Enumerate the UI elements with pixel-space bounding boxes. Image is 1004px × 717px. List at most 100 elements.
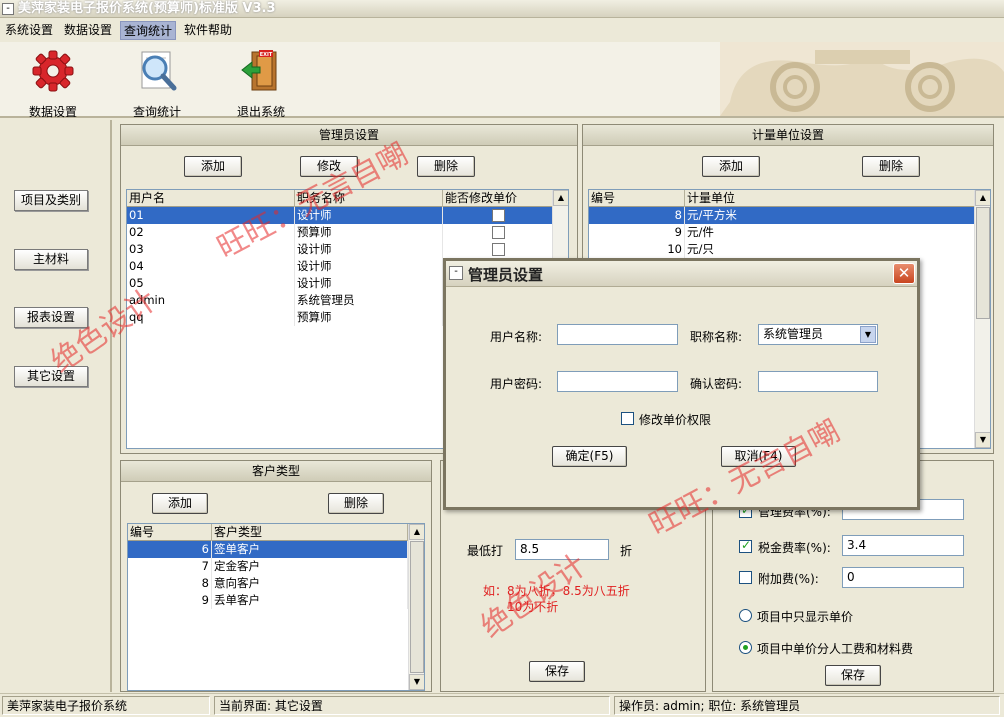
username-label: 用户名称:: [490, 330, 543, 344]
table-header: 编号 计量单位: [589, 190, 990, 207]
discount-label: 最低打: [467, 544, 504, 558]
column-header[interactable]: 编号: [128, 524, 212, 541]
split-price-radio[interactable]: [739, 641, 752, 654]
toolbar: 数据设置 查询统计 EXIT 退出系统: [0, 42, 1004, 119]
table-row[interactable]: 01 设计师: [127, 207, 568, 224]
table-header: 编号 客户类型: [128, 524, 424, 541]
column-header[interactable]: 用户名: [127, 190, 295, 207]
surcharge-checkbox[interactable]: [739, 571, 752, 584]
customer-type-panel: 客户类型 添加 删除 编号 客户类型 6 签单客户 7 定金客户 8 意向客户 9 丢单…: [120, 460, 432, 692]
menu-data-settings[interactable]: 数据设置: [61, 21, 115, 40]
scroll-up-icon[interactable]: ▲: [975, 190, 990, 206]
toolbar-label: 数据设置: [28, 105, 77, 119]
dialog-ok-button[interactable]: 确定(F5): [552, 446, 627, 467]
table-row[interactable]: 8 元/平方米: [589, 207, 990, 224]
menu-query-statistics[interactable]: 查询统计: [120, 21, 177, 40]
discount-save-button[interactable]: 保存: [529, 661, 585, 682]
gear-icon: [32, 50, 74, 92]
can-edit-checkbox[interactable]: [492, 209, 505, 222]
left-nav: 项目及类别 主材料 报表设置 其它设置: [0, 120, 112, 692]
role-select[interactable]: 系统管理员 ▼: [758, 324, 878, 345]
price-only-radio[interactable]: [739, 609, 752, 622]
admin-edit-button[interactable]: 修改: [300, 156, 358, 177]
role-label: 职称名称:: [690, 330, 743, 344]
column-header[interactable]: 编号: [589, 190, 685, 207]
tax-rate-checkbox[interactable]: [739, 538, 752, 553]
confirm-password-label: 确认密码:: [690, 377, 743, 391]
system-menu-icon[interactable]: -: [2, 3, 14, 15]
customer-table[interactable]: 编号 客户类型 6 签单客户 7 定金客户 8 意向客户 9 丢单客户 ▲ ▼: [127, 523, 425, 691]
scroll-down-icon[interactable]: ▼: [409, 674, 424, 690]
table-row[interactable]: 6 签单客户: [128, 541, 424, 558]
nav-other-settings-button[interactable]: 其它设置: [14, 366, 88, 387]
confirm-password-input[interactable]: [758, 371, 878, 392]
customer-add-button[interactable]: 添加: [152, 493, 208, 514]
table-row[interactable]: 9 元/件: [589, 224, 990, 241]
toolbar-label: 退出系统: [236, 105, 285, 119]
edit-price-permission-checkbox[interactable]: [621, 412, 634, 425]
can-edit-checkbox[interactable]: [492, 243, 505, 256]
table-row[interactable]: 7 定金客户: [128, 558, 424, 575]
dialog-system-icon[interactable]: -: [449, 266, 463, 280]
column-header[interactable]: 职务名称: [295, 190, 443, 207]
scroll-up-icon[interactable]: ▲: [409, 524, 424, 540]
dialog-cancel-button[interactable]: 取消(F4): [721, 446, 796, 467]
toolbar-label: 查询统计: [132, 105, 181, 119]
toolbar-data-settings-button[interactable]: 数据设置: [8, 42, 98, 119]
title-bar[interactable]: - 美萍家装电子报价系统(预算师)标准版 V3.3: [0, 0, 1004, 18]
scroll-up-icon[interactable]: ▲: [553, 190, 568, 206]
customer-table-scrollbar[interactable]: ▲ ▼: [408, 524, 424, 690]
dialog-title-bar[interactable]: - 管理员设置 ✕: [446, 261, 917, 287]
scroll-thumb[interactable]: [410, 541, 424, 673]
nav-items-categories-button[interactable]: 项目及类别: [14, 190, 88, 211]
tax-rate-input[interactable]: 3.4: [842, 535, 964, 556]
fees-save-button[interactable]: 保存: [825, 665, 881, 686]
status-current-screen: 当前界面: 其它设置: [214, 696, 610, 715]
status-operator: 操作员: admin; 职位: 系统管理员: [614, 696, 1000, 715]
nav-main-materials-button[interactable]: 主材料: [14, 249, 88, 270]
toolbar-exit-button[interactable]: EXIT 退出系统: [216, 42, 306, 119]
customer-delete-button[interactable]: 删除: [328, 493, 384, 514]
table-header: 用户名 职务名称 能否修改单价: [127, 190, 568, 207]
table-row[interactable]: 10 元/只: [589, 241, 990, 258]
menu-software-help[interactable]: 软件帮助: [181, 21, 235, 40]
column-header[interactable]: 能否修改单价: [443, 190, 553, 207]
surcharge-input[interactable]: 0: [842, 567, 964, 588]
table-row[interactable]: 03 设计师: [127, 241, 568, 258]
admin-add-button[interactable]: 添加: [184, 156, 242, 177]
close-icon[interactable]: ✕: [893, 263, 915, 284]
admin-delete-button[interactable]: 删除: [417, 156, 475, 177]
status-bar: 美萍家装电子报价系统 当前界面: 其它设置 操作员: admin; 职位: 系统…: [0, 693, 1004, 717]
magnifier-icon: [141, 51, 177, 91]
unit-table-scrollbar[interactable]: ▲ ▼: [974, 190, 990, 448]
discount-unit: 折: [620, 544, 633, 558]
status-app-name: 美萍家装电子报价系统: [2, 696, 210, 715]
can-edit-checkbox[interactable]: [492, 226, 505, 239]
table-row[interactable]: 9 丢单客户: [128, 592, 424, 609]
password-input[interactable]: [557, 371, 678, 392]
column-header[interactable]: 计量单位: [685, 190, 975, 207]
chevron-down-icon[interactable]: ▼: [860, 326, 876, 343]
exit-door-icon: EXIT: [241, 50, 277, 91]
unit-add-button[interactable]: 添加: [702, 156, 760, 177]
nav-report-settings-button[interactable]: 报表设置: [14, 307, 88, 328]
discount-hint-1: 如：8为八折，8.5为八五折: [483, 584, 630, 598]
password-label: 用户密码:: [490, 377, 543, 391]
table-row[interactable]: 8 意向客户: [128, 575, 424, 592]
window-title: 美萍家装电子报价系统(预算师)标准版 V3.3: [18, 1, 276, 16]
dialog-title: 管理员设置: [468, 266, 544, 284]
min-discount-input[interactable]: 8.5: [515, 539, 609, 560]
menu-bar: 系统设置 数据设置 查询统计 软件帮助: [0, 19, 1004, 41]
column-header[interactable]: 客户类型: [212, 524, 408, 541]
toolbar-query-statistics-button[interactable]: 查询统计: [112, 42, 202, 119]
scroll-thumb[interactable]: [976, 207, 990, 319]
menu-system-settings[interactable]: 系统设置: [2, 21, 56, 40]
username-input[interactable]: [557, 324, 678, 345]
discount-hint-2: 10为不折: [507, 600, 559, 614]
tax-rate-label: 税金费率(%):: [758, 541, 831, 555]
unit-delete-button[interactable]: 删除: [862, 156, 920, 177]
split-price-label: 项目中单价分人工费和材料费: [757, 642, 914, 656]
table-row[interactable]: 02 预算师: [127, 224, 568, 241]
scroll-down-icon[interactable]: ▼: [975, 432, 990, 448]
admin-settings-dialog: - 管理员设置 ✕ 用户名称: 职称名称: 系统管理员 ▼ 用户密码: 确认密码…: [443, 258, 920, 510]
